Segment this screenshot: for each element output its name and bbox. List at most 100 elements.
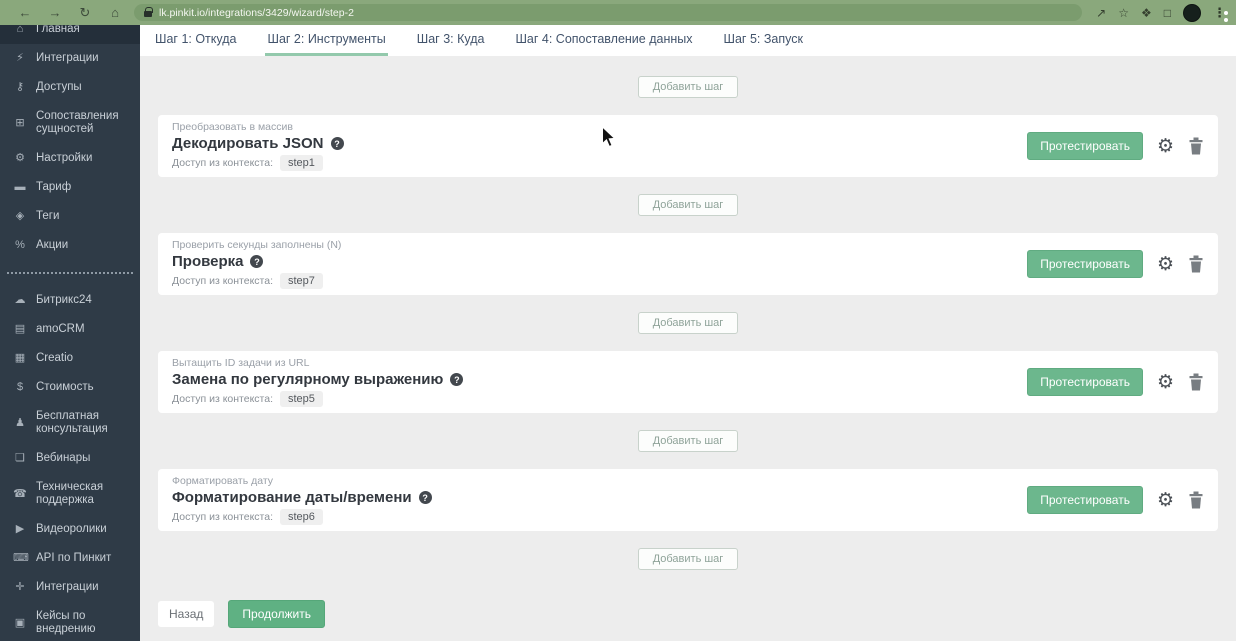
continue-button[interactable]: Продолжить	[228, 600, 325, 628]
step-title: Проверка	[172, 253, 244, 270]
delete-trash-icon[interactable]	[1188, 491, 1204, 509]
extensions-icon[interactable]: ❖	[1141, 6, 1152, 20]
sidebar-item-sopostavleniya[interactable]: ⊞ Сопоставления сущностей	[0, 102, 140, 144]
sidebar-item-label: Настройки	[36, 152, 93, 164]
sidebar-item-tarif[interactable]: ▬ Тариф	[0, 173, 140, 202]
sidebar-item-label: Кейсы по внедрению	[36, 610, 96, 635]
context-label: Доступ из контекста:	[172, 275, 273, 287]
sidebar-item-label: Интеграции	[36, 52, 99, 64]
context-label: Доступ из контекста:	[172, 157, 273, 169]
url-text[interactable]: lk.pinkit.io/integrations/3429/wizard/st…	[159, 7, 354, 19]
step-card: Вытащить ID задачи из URL Замена по регу…	[158, 351, 1218, 413]
sidebar-item-keysy[interactable]: ▣ Кейсы по внедрению	[0, 602, 140, 641]
home-icon[interactable]: ⌂	[100, 5, 130, 20]
step-subtitle: Преобразовать в массив	[172, 121, 293, 133]
sidebar-item-label: Акции	[36, 239, 69, 251]
back-button[interactable]: Назад	[158, 601, 215, 627]
sidebar-item-label: amoCRM	[36, 323, 85, 335]
sidebar-item-bitrix24[interactable]: ☁ Битрикс24	[0, 286, 140, 315]
plug-icon: ✛	[15, 581, 25, 593]
settings-gear-icon[interactable]: ⚙	[1157, 137, 1174, 156]
sidebar-item-nastroyki[interactable]: ⚙ Настройки	[0, 144, 140, 173]
step-card: Преобразовать в массив Декодировать JSON…	[158, 115, 1218, 177]
tab-square-icon[interactable]: □	[1164, 6, 1171, 20]
bookmark-star-icon[interactable]: ☆	[1118, 6, 1129, 20]
profile-avatar[interactable]	[1183, 3, 1201, 22]
screen-icon: ❏	[15, 452, 25, 464]
sidebar-item-konsultaciya[interactable]: ♟ Бесплатная консультация	[0, 402, 140, 444]
help-icon[interactable]: ?	[250, 255, 264, 268]
sidebar-item-creatio[interactable]: ▦ Creatio	[0, 344, 140, 373]
sidebar-item-label: Бесплатная консультация	[36, 410, 108, 435]
dollar-icon: $	[16, 381, 24, 393]
sidebar-item-label: API по Пинкит	[36, 552, 112, 564]
help-icon[interactable]: ?	[418, 491, 432, 504]
help-icon[interactable]: ?	[450, 373, 464, 386]
terminal-icon: ⌨	[13, 552, 29, 564]
share-icon[interactable]: ↗	[1096, 6, 1106, 20]
sidebar-item-akcii[interactable]: % Акции	[0, 231, 140, 260]
context-badge: step7	[280, 273, 323, 289]
table-icon: ⊞	[15, 116, 25, 129]
sidebar-item-integracii-2[interactable]: ✛ Интеграции	[0, 573, 140, 602]
sidebar-item-label: Главная	[36, 25, 80, 35]
sidebar: ⌂ Главная ⚡ Интеграции ⚷ Доступы ⊞ Сопос…	[0, 25, 140, 641]
sidebar-item-integracii[interactable]: ⚡ Интеграции	[0, 44, 140, 73]
test-button[interactable]: Протестировать	[1027, 486, 1143, 514]
sidebar-item-glavnaya[interactable]: ⌂ Главная	[0, 25, 140, 44]
plug-icon: ⚡	[16, 52, 24, 64]
sidebar-divider	[7, 272, 133, 274]
add-step-button[interactable]: Добавить шаг	[637, 312, 739, 334]
help-icon[interactable]: ?	[330, 137, 344, 150]
percent-icon: %	[15, 239, 25, 251]
tab-step-4[interactable]: Шаг 4: Сопоставление данных	[513, 25, 694, 56]
tab-step-5[interactable]: Шаг 5: Запуск	[722, 25, 805, 56]
overlay-dots-icon	[1224, 11, 1228, 29]
context-label: Доступ из контекста:	[172, 511, 273, 523]
delete-trash-icon[interactable]	[1188, 137, 1204, 155]
add-step-button[interactable]: Добавить шаг	[637, 194, 739, 216]
briefcase-icon: ▣	[14, 616, 26, 629]
test-button[interactable]: Протестировать	[1027, 368, 1143, 396]
tab-step-1[interactable]: Шаг 1: Откуда	[153, 25, 238, 56]
browser-toolbar: ← → ↻ ⌂ lk.pinkit.io/integrations/3429/w…	[0, 0, 1236, 25]
sidebar-item-dostupy[interactable]: ⚷ Доступы	[0, 73, 140, 102]
tab-step-3[interactable]: Шаг 3: Куда	[415, 25, 487, 56]
sidebar-item-label: Creatio	[36, 352, 74, 364]
delete-trash-icon[interactable]	[1188, 373, 1204, 391]
sidebar-item-videoroliki[interactable]: ▶ Видеоролики	[0, 515, 140, 544]
sidebar-item-amocrm[interactable]: ▤ amoCRM	[0, 315, 140, 344]
step-title: Замена по регулярному выражению	[172, 371, 444, 388]
step-title: Форматирование даты/времени	[172, 489, 412, 506]
sidebar-item-label: Стоимость	[36, 381, 94, 393]
box-icon: ▦	[14, 352, 26, 364]
sidebar-item-label: Тариф	[36, 181, 72, 193]
settings-gear-icon[interactable]: ⚙	[1157, 255, 1174, 274]
sidebar-item-podderzhka[interactable]: ☎ Техническая поддержка	[0, 473, 140, 515]
add-step-button[interactable]: Добавить шаг	[637, 430, 739, 452]
headset-icon: ☎	[13, 487, 27, 500]
tab-step-2[interactable]: Шаг 2: Инструменты	[265, 25, 388, 56]
sidebar-item-label: Битрикс24	[36, 294, 92, 306]
reload-icon[interactable]: ↻	[70, 5, 100, 21]
sidebar-item-stoimost[interactable]: $ Стоимость	[0, 373, 140, 402]
delete-trash-icon[interactable]	[1188, 255, 1204, 273]
address-bar[interactable]: lk.pinkit.io/integrations/3429/wizard/st…	[134, 4, 1083, 21]
settings-gear-icon[interactable]: ⚙	[1157, 373, 1174, 392]
sidebar-item-vebinary[interactable]: ❏ Вебинары	[0, 444, 140, 473]
settings-gear-icon[interactable]: ⚙	[1157, 491, 1174, 510]
sidebar-item-api[interactable]: ⌨ API по Пинкит	[0, 544, 140, 573]
forward-icon[interactable]: →	[40, 5, 70, 20]
sidebar-item-label: Вебинары	[36, 452, 91, 464]
add-step-button[interactable]: Добавить шаг	[637, 76, 739, 98]
add-step-button[interactable]: Добавить шаг	[637, 548, 739, 570]
test-button[interactable]: Протестировать	[1027, 132, 1143, 160]
sidebar-item-label: Видеоролики	[36, 523, 107, 535]
back-icon[interactable]: ←	[10, 5, 40, 20]
video-play-icon: ▶	[15, 523, 25, 535]
context-badge: step5	[280, 391, 323, 407]
sidebar-item-label: Техническая поддержка	[36, 481, 104, 506]
sidebar-item-tegi[interactable]: ◈ Теги	[0, 202, 140, 231]
wizard-content: Добавить шаг Преобразовать в массив Деко…	[140, 56, 1236, 641]
test-button[interactable]: Протестировать	[1027, 250, 1143, 278]
